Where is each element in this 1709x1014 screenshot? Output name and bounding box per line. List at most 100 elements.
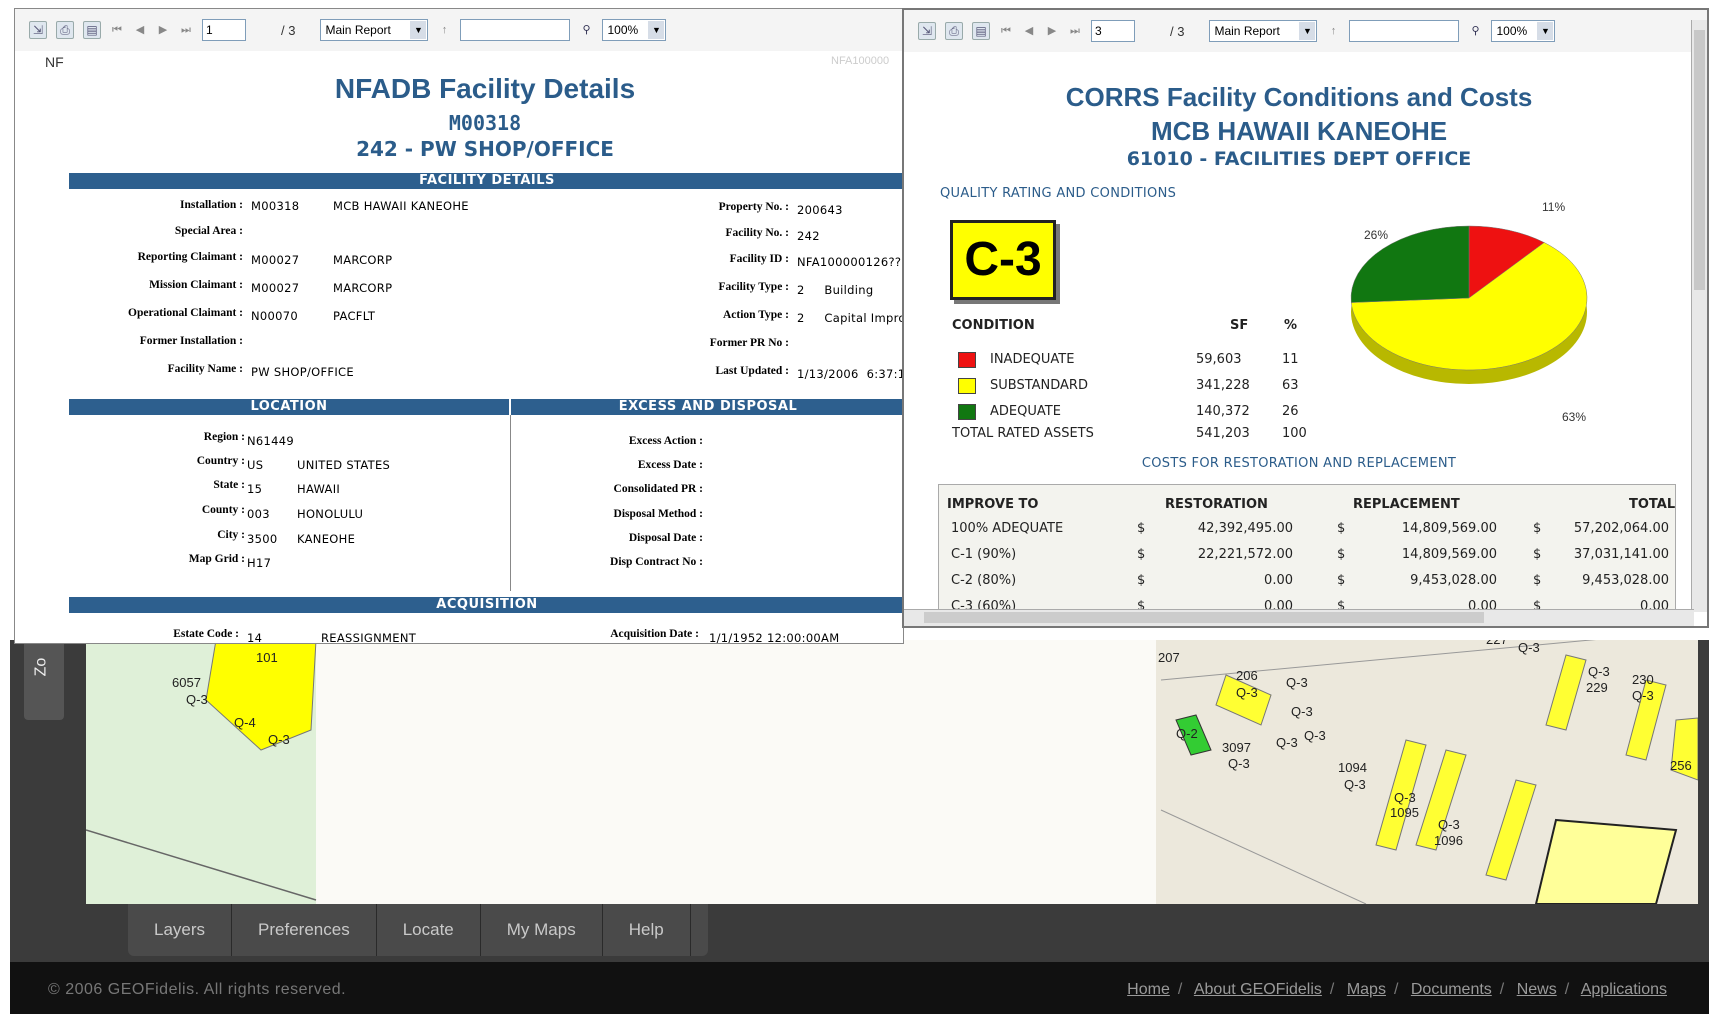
export-icon[interactable]: ⇲ <box>29 21 47 39</box>
zoom-side-tab[interactable]: Zo <box>24 638 64 720</box>
col-header-replacement: REPLACEMENT <box>1353 497 1460 512</box>
map-label: 1096 <box>1434 833 1463 848</box>
section-header-location: LOCATION <box>69 399 509 415</box>
condition-pct: 63 <box>1282 378 1299 393</box>
field-value: 200643 <box>797 203 843 217</box>
field-value: M00318 <box>251 199 300 213</box>
map-label: 101 <box>256 650 278 665</box>
page-count: / 3 <box>1170 23 1185 39</box>
first-page-icon[interactable]: ⏮ <box>999 22 1013 40</box>
next-page-icon[interactable]: ▶ <box>156 21 170 39</box>
map-label: Q-3 <box>268 732 290 747</box>
footer-link-applications[interactable]: Applications <box>1581 981 1667 998</box>
field-value: UNITED STATES <box>297 458 391 472</box>
scroll-thumb[interactable] <box>924 612 1484 623</box>
prev-page-icon[interactable]: ◀ <box>1022 22 1036 40</box>
menu-help[interactable]: Help <box>603 904 691 956</box>
currency-sign: $ <box>1137 573 1146 588</box>
report-select[interactable]: Main Report ▼ <box>320 19 429 41</box>
field-value: MARCORP <box>333 253 393 267</box>
field-label: Disposal Method : <box>613 508 703 520</box>
zoom-select[interactable]: 100% ▼ <box>602 19 667 41</box>
map-label: 206 <box>1236 668 1258 683</box>
zoom-value: 100% <box>1496 24 1528 38</box>
footer-link-documents[interactable]: Documents <box>1411 981 1492 998</box>
pie-label: 11% <box>1542 200 1566 214</box>
report-select[interactable]: Main Report ▼ <box>1209 20 1318 42</box>
field-label: Estate Code : <box>173 628 239 640</box>
field-label: Former Installation : <box>139 335 243 347</box>
menu-my-maps[interactable]: My Maps <box>481 904 603 956</box>
map-label: Q-3 <box>1394 790 1416 805</box>
footer-link-news[interactable]: News <box>1517 981 1557 998</box>
field-value: M00027 <box>251 253 300 267</box>
cost-restoration: 22,221,572.00 <box>1197 547 1293 562</box>
condition-name: INADEQUATE <box>990 352 1075 367</box>
field-label: Excess Date : <box>637 459 703 471</box>
side-tab-label: Zo <box>32 657 50 677</box>
footer-link-about[interactable]: About GEOFidelis <box>1194 981 1322 998</box>
section-header-facility: FACILITY DETAILS <box>69 173 903 189</box>
first-page-icon[interactable]: ⏮ <box>110 21 124 39</box>
print-icon[interactable]: ⎙ <box>945 22 963 40</box>
prev-page-icon[interactable]: ◀ <box>133 21 147 39</box>
cost-improve-to: C-2 (80%) <box>951 573 1017 588</box>
col-header-total: TOTAL <box>1629 497 1676 512</box>
binoculars-icon[interactable]: ⚲ <box>1468 22 1482 40</box>
scroll-thumb[interactable] <box>1694 30 1705 290</box>
footer-link-maps[interactable]: Maps <box>1347 981 1386 998</box>
currency-sign: $ <box>1337 521 1346 536</box>
last-page-icon[interactable]: ⏭ <box>1068 22 1082 40</box>
map-label: 1094 <box>1338 760 1367 775</box>
field-label: State : <box>213 479 245 491</box>
footer-link-home[interactable]: Home <box>1127 981 1170 998</box>
field-value: US <box>247 458 264 472</box>
field-value: HAWAII <box>297 482 341 496</box>
condition-swatch <box>958 378 976 394</box>
currency-sign: $ <box>1337 573 1346 588</box>
binoculars-icon[interactable]: ⚲ <box>579 21 593 39</box>
col-header-restoration: RESTORATION <box>1165 497 1268 512</box>
field-label: Disp Contract No : <box>610 556 703 568</box>
field-label: Property No. : <box>718 201 789 213</box>
map-label: Q-3 <box>1344 777 1366 792</box>
field-value: 3500 <box>247 532 278 546</box>
field-label: Last Updated : <box>715 365 789 377</box>
pie-label: 26% <box>1364 228 1389 242</box>
report-subtitle: M00318 <box>448 111 522 135</box>
next-page-icon[interactable]: ▶ <box>1045 22 1059 40</box>
page-number-input[interactable] <box>202 19 246 41</box>
condition-swatch <box>958 404 976 420</box>
zoom-select[interactable]: 100% ▼ <box>1491 20 1556 42</box>
group-tree-icon[interactable]: ▤ <box>972 22 990 40</box>
menu-layers[interactable]: Layers <box>128 904 233 956</box>
report-select-value: Main Report <box>325 23 391 37</box>
search-input[interactable] <box>460 19 571 41</box>
map-canvas[interactable]: 101 6057 Q-3 Q-4 Q-3 207 206 Q-3 Q-3 Q-3… <box>86 640 1698 904</box>
vertical-scrollbar[interactable] <box>1691 20 1707 612</box>
field-label: Facility No. : <box>725 227 789 239</box>
field-value: 242 <box>797 229 820 243</box>
field-value: MCB HAWAII KANEOHE <box>333 199 469 213</box>
cost-replacement: 9,453,028.00 <box>1410 573 1497 588</box>
page-number-input[interactable] <box>1091 20 1135 42</box>
field-value: MARCORP <box>333 281 393 295</box>
report-subtitle: MCB HAWAII KANEOHE <box>1150 116 1448 146</box>
total-label: TOTAL RATED ASSETS <box>952 426 1094 441</box>
condition-rating-badge: C-3 <box>950 220 1056 300</box>
field-value: HONOLULU <box>297 507 364 521</box>
export-icon[interactable]: ⇲ <box>918 22 936 40</box>
menu-locate[interactable]: Locate <box>377 904 481 956</box>
menu-preferences[interactable]: Preferences <box>232 904 377 956</box>
last-page-icon[interactable]: ⏭ <box>179 21 193 39</box>
horizontal-scrollbar[interactable] <box>904 609 1694 626</box>
up-icon[interactable]: ↑ <box>1326 22 1340 40</box>
group-tree-icon[interactable]: ▤ <box>83 21 101 39</box>
up-icon[interactable]: ↑ <box>437 21 451 39</box>
pie-label: 63% <box>1562 410 1587 424</box>
corrs-report-window: ⇲ ⎙ ▤ ⏮ ◀ ▶ ⏭ / 3 Main Report ▼ ↑ ⚲ 100% ▼… <box>902 8 1709 628</box>
print-icon[interactable]: ⎙ <box>56 21 74 39</box>
map-label: Q-3 <box>1632 688 1654 703</box>
search-input[interactable] <box>1349 20 1460 42</box>
main-menu-bar: Layers Preferences Locate My Maps Help <box>128 904 708 956</box>
